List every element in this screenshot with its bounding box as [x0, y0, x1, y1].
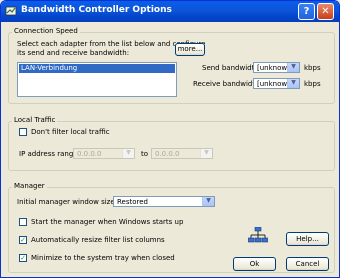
chevron-down-icon[interactable]: ▼: [287, 79, 299, 88]
local-traffic-legend: Local Traffic: [12, 116, 58, 124]
start-label[interactable]: Start the manager when Windows starts up: [31, 218, 183, 226]
ip-from-select[interactable]: 0.0.0.0 ▼: [73, 148, 135, 159]
window-size-value: Restored: [117, 198, 149, 206]
dont-filter-checkbox[interactable]: [19, 128, 27, 136]
receive-bandwidth-label: Receive bandwidth:: [193, 80, 262, 88]
help-title-icon[interactable]: ?: [298, 3, 315, 20]
send-unit: kbps: [304, 64, 321, 72]
resize-label[interactable]: Automatically resize filter list columns: [31, 236, 165, 244]
minimize-checkbox[interactable]: ✓: [19, 254, 27, 262]
send-bandwidth-select[interactable]: [unknown] ▼: [253, 62, 300, 73]
ok-button[interactable]: Ok: [233, 257, 276, 271]
ip-from-value: 0.0.0.0: [77, 150, 102, 158]
manager-legend: Manager: [12, 182, 47, 190]
resize-checkbox[interactable]: ✓: [19, 236, 27, 244]
help-button[interactable]: Help...: [286, 232, 329, 246]
dont-filter-label[interactable]: Don't filter local traffic: [31, 128, 110, 136]
close-icon[interactable]: ✕: [317, 3, 334, 20]
title-bar[interactable]: Bandwidth Controller Options ? ✕: [1, 1, 339, 22]
chevron-down-icon[interactable]: ▼: [202, 197, 214, 206]
app-icon: [5, 5, 17, 17]
options-window: Bandwidth Controller Options ? ✕ Connect…: [0, 0, 340, 278]
more-button[interactable]: more...: [175, 43, 205, 56]
adapter-list[interactable]: LAN-Verbindung: [17, 62, 177, 97]
ip-range-label: IP address range:: [19, 150, 80, 158]
ip-to-value: 0.0.0.0: [155, 150, 180, 158]
window-size-select[interactable]: Restored ▼: [113, 196, 215, 207]
start-checkbox[interactable]: [19, 218, 27, 226]
window-title: Bandwidth Controller Options: [21, 5, 172, 15]
ip-to-select[interactable]: 0.0.0.0 ▼: [151, 148, 213, 159]
minimize-label[interactable]: Minimize to the system tray when closed: [31, 254, 175, 262]
receive-bandwidth-select[interactable]: [unknown] ▼: [253, 78, 300, 89]
receive-unit: kbps: [304, 80, 321, 88]
network-icon: [247, 226, 269, 245]
window-size-label: Initial manager window size:: [17, 198, 117, 206]
chevron-down-icon[interactable]: ▼: [200, 149, 212, 158]
list-item[interactable]: LAN-Verbindung: [19, 64, 175, 73]
instructions-line2: its send and receive bandwidth:: [17, 49, 130, 57]
chevron-down-icon[interactable]: ▼: [122, 149, 134, 158]
to-label: to: [141, 150, 149, 158]
chevron-down-icon[interactable]: ▼: [287, 63, 299, 72]
connection-speed-legend: Connection Speed: [12, 27, 80, 35]
cancel-button[interactable]: Cancel: [286, 257, 329, 271]
